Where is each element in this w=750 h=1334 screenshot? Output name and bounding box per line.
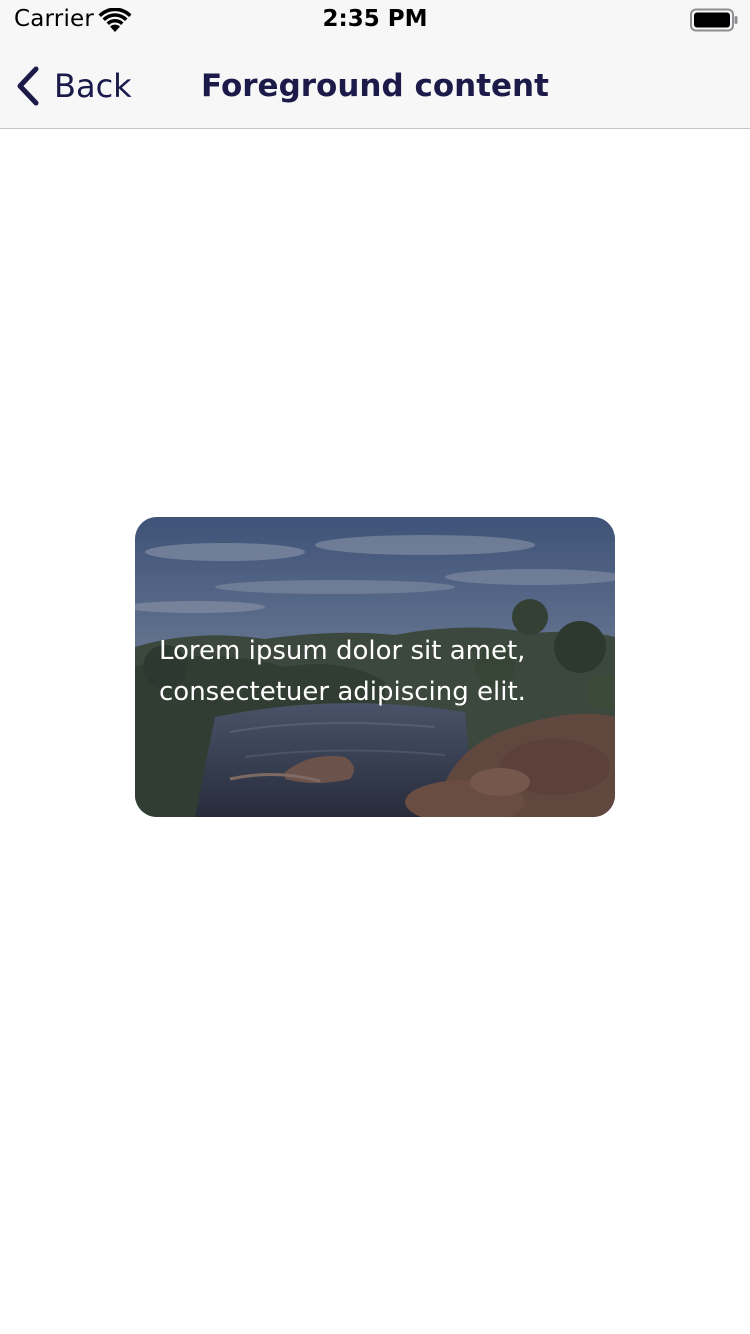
page-title: Foreground content bbox=[201, 68, 549, 104]
status-bar: Carrier 2:35 PM bbox=[0, 0, 750, 40]
top-bars: Carrier 2:35 PM Back Foreground content bbox=[0, 0, 750, 129]
status-time: 2:35 PM bbox=[322, 6, 428, 32]
foreground-content-card: Lorem ipsum dolor sit amet, consectetuer… bbox=[135, 517, 615, 817]
navigation-bar: Back Foreground content bbox=[0, 40, 750, 128]
battery-full-icon bbox=[690, 8, 738, 32]
card-body-text: Lorem ipsum dolor sit amet, consectetuer… bbox=[159, 636, 526, 707]
